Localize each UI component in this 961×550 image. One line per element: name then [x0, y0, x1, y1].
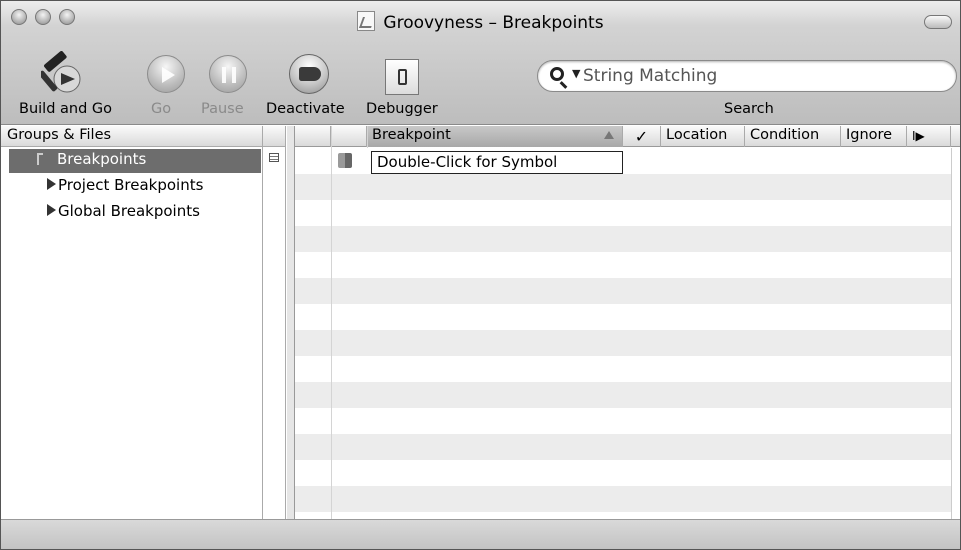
deactivate-label[interactable]: Deactivate	[266, 101, 345, 117]
sidebar-item-project-breakpoints[interactable]: Project Breakpoints	[1, 173, 262, 199]
document-icon	[357, 11, 376, 31]
column-divider	[367, 126, 368, 148]
go-label[interactable]: Go	[151, 101, 171, 117]
window-title-bar: Groovyness – Breakpoints	[1, 11, 960, 33]
vertical-scrollbar[interactable]	[951, 148, 960, 519]
split-view-divider[interactable]	[287, 126, 295, 519]
hammer-icon[interactable]	[41, 51, 93, 95]
column-header-breakpoint[interactable]: Breakpoint	[367, 126, 623, 147]
debugger-label[interactable]: Debugger	[366, 101, 438, 117]
pause-label[interactable]: Pause	[201, 101, 244, 117]
pause-button[interactable]	[209, 55, 247, 93]
toolbar-toggle-button[interactable]	[924, 15, 952, 29]
column-header-breakpoint-label: Breakpoint	[372, 127, 451, 143]
sidebar-header[interactable]: Groups & Files	[1, 126, 262, 147]
column-header-condition[interactable]: Condition	[745, 126, 841, 147]
breakpoints-window: Groovyness – Breakpoints Build and Go Go…	[0, 0, 961, 550]
pause-icon	[222, 67, 236, 83]
column-divider	[331, 126, 332, 519]
debugger-icon	[398, 69, 407, 85]
window-title: Groovyness – Breakpoints	[383, 13, 604, 33]
column-header-blank-1[interactable]	[295, 126, 331, 147]
sidebar-item-global-breakpoints[interactable]: Global Breakpoints	[1, 199, 262, 225]
search-input[interactable]	[583, 64, 943, 88]
build-and-go-label[interactable]: Build and Go	[19, 101, 112, 117]
search-options-chevron-icon[interactable]: ▼	[572, 67, 580, 80]
deactivate-button[interactable]	[289, 54, 329, 94]
magnifier-icon[interactable]	[550, 67, 564, 81]
sidebar-detail-column	[263, 126, 286, 519]
sidebar-item-label: Global Breakpoints	[58, 202, 200, 220]
debugger-button[interactable]	[385, 59, 419, 95]
search-field[interactable]: ▼	[537, 60, 957, 92]
list-view-icon[interactable]	[269, 153, 279, 162]
sidebar-item-breakpoints[interactable]: Breakpoints	[9, 149, 261, 173]
breakpoint-toggle-icon	[299, 67, 321, 81]
column-header-blank-2[interactable]	[331, 126, 367, 147]
groups-and-files-sidebar: Groups & Files Breakpoints Project Break…	[1, 126, 263, 519]
status-bar	[1, 519, 960, 549]
disclosure-triangle-icon[interactable]	[47, 178, 56, 190]
column-header-ignore[interactable]: Ignore	[841, 126, 907, 147]
detail-column-header	[263, 126, 285, 147]
column-header-more[interactable]: I▶	[907, 126, 951, 147]
breakpoints-table: Breakpoint ✓ Location Condition Ignore I…	[295, 126, 960, 519]
go-button[interactable]	[147, 55, 185, 93]
sidebar-item-label: Breakpoints	[57, 150, 147, 168]
sidebar-item-label: Project Breakpoints	[58, 176, 204, 194]
disclosure-triangle-icon[interactable]	[47, 204, 56, 216]
toolbar: Groovyness – Breakpoints Build and Go Go…	[1, 1, 960, 125]
breakpoints-icon	[37, 153, 43, 165]
play-icon	[162, 67, 175, 83]
sort-ascending-icon	[604, 131, 614, 139]
column-header-location[interactable]: Location	[661, 126, 745, 147]
search-label: Search	[724, 101, 774, 117]
breakpoint-symbol-field[interactable]: Double-Click for Symbol	[371, 151, 623, 174]
symbol-breakpoint-icon	[338, 153, 352, 168]
column-header-enabled[interactable]: ✓	[623, 126, 661, 147]
table-rows[interactable]	[295, 148, 951, 519]
table-header: Breakpoint ✓ Location Condition Ignore I…	[295, 126, 960, 147]
